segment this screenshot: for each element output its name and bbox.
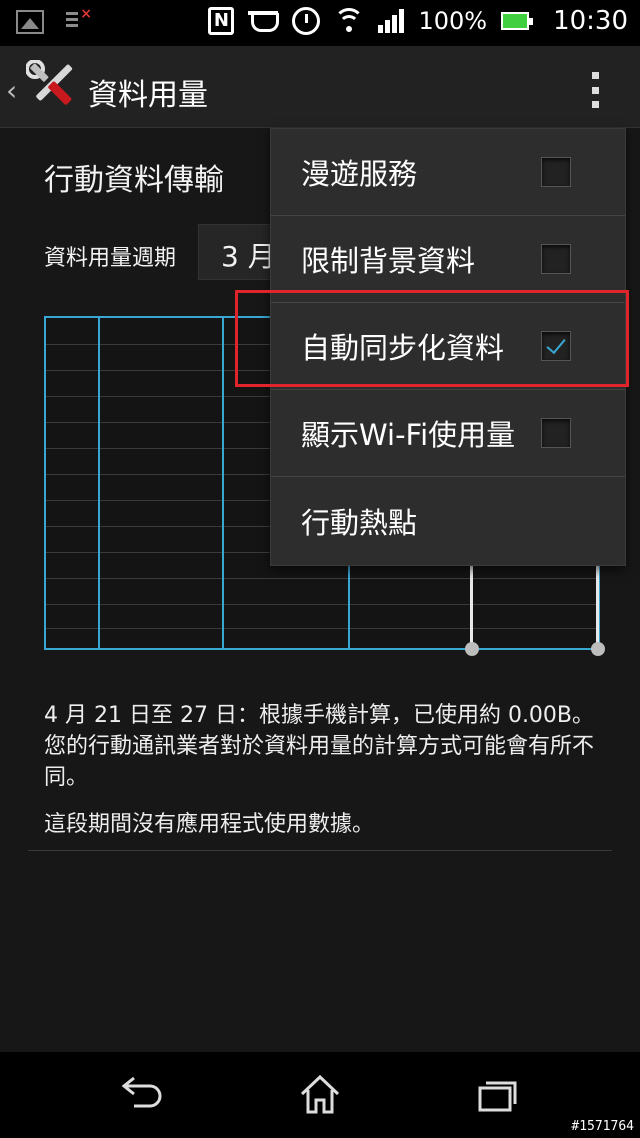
menu-item-show-wifi[interactable]: 顯示Wi-Fi使用量: [271, 390, 625, 477]
watermark: #1571764: [571, 1119, 634, 1134]
alarm-icon: [292, 7, 321, 35]
cycle-end-knob[interactable]: [591, 642, 605, 656]
menu-item-label: 漫遊服務: [301, 157, 418, 191]
menu-item-hotspot[interactable]: 行動熱點: [271, 477, 625, 565]
back-caret-icon[interactable]: ‹: [6, 74, 17, 107]
usage-summary: 4 月 21 日至 27 日：根據手機計算，已使用約 0.00B。您的行動通訊業…: [44, 703, 595, 790]
page-title: 資料用量: [88, 78, 208, 113]
highlight-box: [235, 290, 629, 387]
signal-icon: [378, 9, 405, 33]
menu-item-roaming[interactable]: 漫遊服務: [271, 129, 625, 216]
battery-icon: [501, 12, 534, 30]
overflow-menu-icon[interactable]: [592, 72, 600, 108]
no-app-usage-text: 這段期間沒有應用程式使用數據。: [44, 812, 375, 837]
recent-apps-icon[interactable]: [476, 1074, 520, 1114]
menu-item-label: 顯示Wi-Fi使用量: [301, 418, 516, 452]
action-bar: ‹ 資料用量: [0, 46, 640, 128]
picture-notification-icon: [16, 10, 44, 34]
cup-icon: [248, 9, 280, 33]
divider: [28, 850, 612, 851]
data-disabled-icon: [66, 6, 92, 32]
menu-item-label: 行動熱點: [301, 506, 418, 540]
show-wifi-checkbox[interactable]: [541, 418, 571, 448]
status-bar: N 100% 10:30: [0, 0, 640, 46]
navigation-bar: [0, 1052, 640, 1138]
restrict-background-checkbox[interactable]: [541, 244, 571, 274]
wifi-icon: [334, 8, 365, 34]
cycle-start-knob[interactable]: [465, 642, 479, 656]
home-icon[interactable]: [298, 1072, 342, 1116]
settings-tools-icon[interactable]: [26, 60, 76, 110]
mobile-data-title: 行動資料傳輸: [44, 163, 224, 198]
menu-item-label: 限制背景資料: [301, 244, 476, 278]
clock: 10:30: [553, 6, 628, 36]
battery-percent: 100%: [418, 7, 488, 35]
nfc-icon: N: [208, 7, 235, 35]
roaming-checkbox[interactable]: [541, 157, 571, 187]
usage-cycle-label: 資料用量週期: [44, 246, 177, 271]
back-icon[interactable]: [120, 1072, 164, 1112]
